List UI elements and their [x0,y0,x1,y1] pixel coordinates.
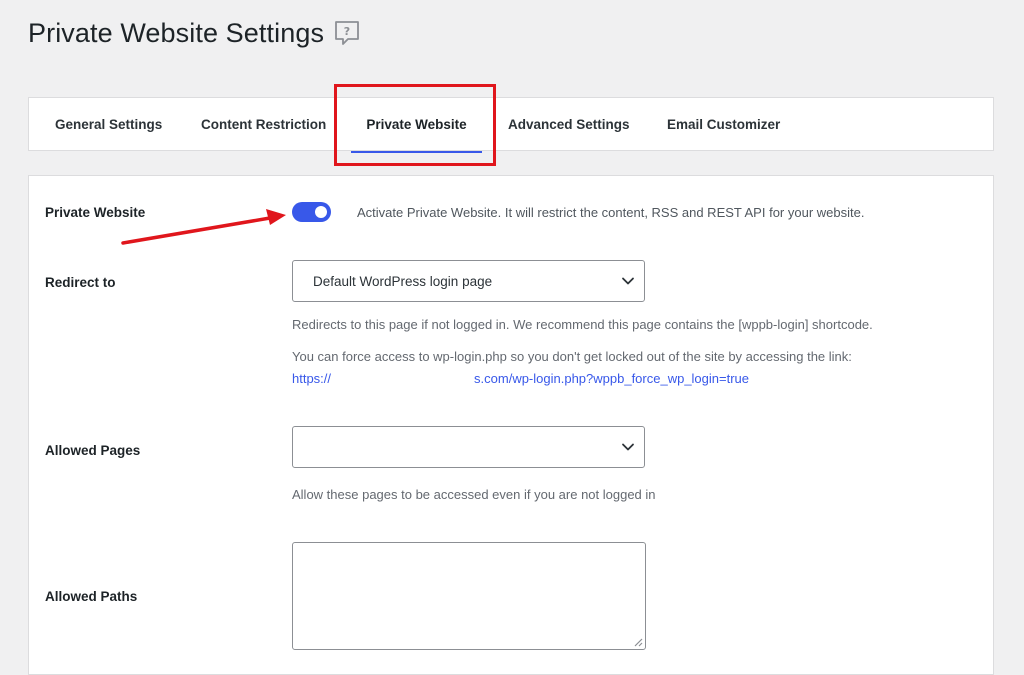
tab-general-settings[interactable]: General Settings [55,98,162,152]
tab-advanced-settings[interactable]: Advanced Settings [508,98,630,152]
force-login-link-prefix: https:// [292,371,332,386]
settings-tabs: General Settings Content Restriction Pri… [28,97,994,153]
force-login-link[interactable]: https:// s.com/wp-login.php?wppb_force_wp… [292,371,749,386]
resize-handle-icon[interactable] [634,638,643,647]
allowed-pages-description: Allow these pages to be accessed even if… [292,487,656,502]
page-header: Private Website Settings ? [28,18,360,49]
allowed-pages-select[interactable] [292,426,645,468]
svg-text:?: ? [344,25,350,38]
redirect-to-select[interactable]: Default WordPress login page [292,260,645,302]
allowed-paths-label: Allowed Paths [45,589,138,604]
redirect-to-selected-value: Default WordPress login page [313,274,493,289]
force-login-link-suffix: s.com/wp-login.php?wppb_force_wp_login=t… [474,371,750,386]
private-website-toggle[interactable] [292,202,331,222]
redirect-to-description: Redirects to this page if not logged in.… [292,317,873,332]
redirect-to-label: Redirect to [45,275,116,290]
allowed-paths-textarea[interactable] [292,542,646,650]
tab-email-customizer[interactable]: Email Customizer [667,98,780,152]
allowed-pages-label: Allowed Pages [45,443,141,458]
tab-content-restriction[interactable]: Content Restriction [201,98,326,152]
tab-private-website[interactable]: Private Website [351,98,482,153]
question-bubble-icon[interactable]: ? [334,20,360,46]
toggle-knob [315,206,327,218]
force-access-description: You can force access to wp-login.php so … [292,349,852,364]
chevron-down-icon [622,443,634,451]
private-website-description: Activate Private Website. It will restri… [357,205,865,220]
private-website-label: Private Website [45,205,146,220]
chevron-down-icon [622,277,634,285]
private-website-settings-panel: Private Website Activate Private Website… [28,175,994,675]
page-title: Private Website Settings [28,18,325,48]
